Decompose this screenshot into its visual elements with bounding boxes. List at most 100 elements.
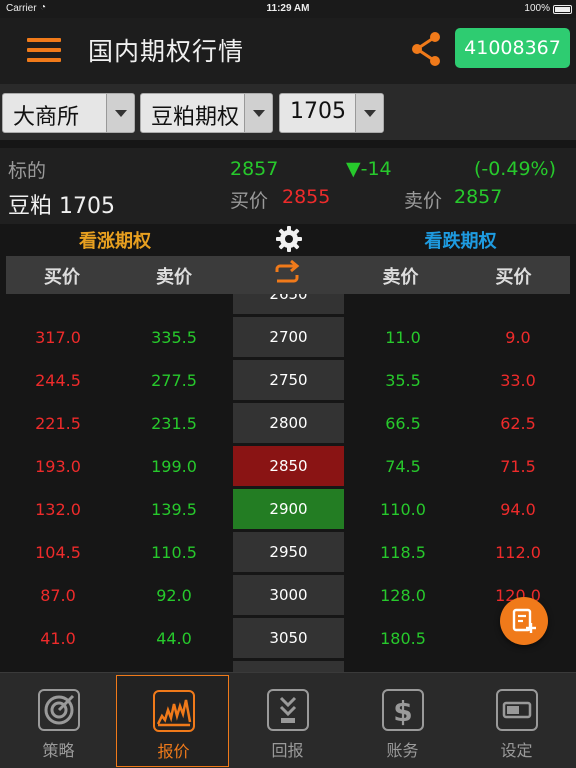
- exchange-select[interactable]: 大商所: [2, 93, 135, 133]
- put-ask-cell[interactable]: 180.5: [345, 617, 461, 660]
- put-bid-cell[interactable]: 94.0: [460, 488, 576, 531]
- underlying-panel: 标的 豆粕 1705 2857 ▼-14 (-0.49%) 买价 2855 卖价…: [0, 148, 576, 224]
- call-bid-cell[interactable]: 193.0: [0, 445, 116, 488]
- call-ask-cell[interactable]: 92.0: [116, 574, 232, 617]
- call-ask-cell[interactable]: 335.5: [116, 316, 232, 359]
- account-button[interactable]: 41008367: [455, 28, 570, 68]
- column-header: 买价 卖价 卖价 买价: [6, 256, 570, 294]
- product-select[interactable]: 豆粕期权: [140, 93, 273, 133]
- gear-icon[interactable]: [276, 226, 302, 252]
- strike-cell: 2800: [233, 403, 344, 443]
- svg-text:$: $: [393, 695, 412, 728]
- table-row[interactable]: 2650: [0, 294, 576, 316]
- call-bid-cell[interactable]: 244.5: [0, 359, 116, 402]
- call-bid-cell[interactable]: 87.0: [0, 574, 116, 617]
- table-row[interactable]: 104.5 110.5 2950 118.5 112.0: [0, 531, 576, 574]
- status-time: 11:29 AM: [266, 3, 310, 14]
- price-change-pct: (-0.49%): [473, 158, 556, 180]
- chevron-down-icon: [355, 94, 383, 132]
- put-ask-cell[interactable]: 128.0: [345, 574, 461, 617]
- price-change: ▼-14: [346, 158, 392, 180]
- put-bid-cell[interactable]: 112.0: [460, 531, 576, 574]
- put-ask-cell[interactable]: 11.0: [345, 316, 461, 359]
- put-ask-cell[interactable]: 74.5: [345, 445, 461, 488]
- bid-label: 买价: [230, 190, 269, 212]
- tab-report[interactable]: 回报: [231, 675, 344, 767]
- strike-cell: [233, 661, 344, 672]
- table-row[interactable]: 132.0 139.5 2900 110.0 94.0: [0, 488, 576, 531]
- put-ask-cell[interactable]: [345, 294, 461, 316]
- put-bid-header: 买价: [495, 267, 532, 288]
- put-ask-cell[interactable]: [345, 660, 461, 672]
- new-order-button[interactable]: [500, 597, 548, 645]
- menu-icon[interactable]: [27, 38, 61, 62]
- table-row[interactable]: 41.0 44.0 3050 180.5: [0, 617, 576, 660]
- put-bid-cell[interactable]: 71.5: [460, 445, 576, 488]
- put-bid-cell[interactable]: [460, 294, 576, 316]
- share-icon[interactable]: [408, 30, 444, 68]
- call-options-title: 看涨期权: [79, 231, 151, 252]
- call-bid-cell[interactable]: 41.0: [0, 617, 116, 660]
- strike-cell: 2750: [233, 360, 344, 400]
- swap-icon[interactable]: [273, 260, 301, 288]
- option-type-header: 看涨期权 看跌期权: [0, 224, 576, 254]
- call-ask-cell[interactable]: 110.5: [116, 531, 232, 574]
- put-bid-cell[interactable]: 9.0: [460, 316, 576, 359]
- tab-report-label: 回报: [271, 741, 304, 760]
- app-header: 国内期权行情 41008367: [0, 18, 576, 84]
- put-bid-cell[interactable]: 62.5: [460, 402, 576, 445]
- strike-cell: 3050: [233, 618, 344, 658]
- ask-price: 2857: [454, 186, 503, 208]
- call-bid-cell[interactable]: [0, 660, 116, 672]
- table-row[interactable]: 87.0 92.0 3000 128.0 120.0: [0, 574, 576, 617]
- put-ask-cell[interactable]: 118.5: [345, 531, 461, 574]
- dollar-icon: $: [382, 689, 424, 731]
- report-icon: [267, 689, 309, 731]
- call-bid-cell[interactable]: [0, 294, 116, 316]
- strike-cell: 2700: [233, 317, 344, 357]
- call-ask-cell[interactable]: [116, 294, 232, 316]
- put-options-title: 看跌期权: [424, 231, 497, 252]
- table-row[interactable]: 193.0 199.0 2850 74.5 71.5: [0, 445, 576, 488]
- call-ask-cell[interactable]: 139.5: [116, 488, 232, 531]
- call-bid-cell[interactable]: 221.5: [0, 402, 116, 445]
- month-select[interactable]: 1705: [279, 93, 384, 133]
- call-ask-cell[interactable]: 231.5: [116, 402, 232, 445]
- table-row[interactable]: 317.0 335.5 2700 11.0 9.0: [0, 316, 576, 359]
- put-ask-cell[interactable]: 35.5: [345, 359, 461, 402]
- call-bid-cell[interactable]: 132.0: [0, 488, 116, 531]
- tab-quote[interactable]: 报价: [116, 675, 229, 767]
- table-row[interactable]: [0, 660, 576, 672]
- bottom-tab-bar: 策略 报价 回报 $ 账务 设定: [0, 672, 576, 768]
- call-ask-cell[interactable]: 277.5: [116, 359, 232, 402]
- tab-settings-label: 设定: [500, 741, 533, 760]
- call-ask-cell[interactable]: 199.0: [116, 445, 232, 488]
- chevron-down-icon: [106, 94, 134, 132]
- tab-account[interactable]: $ 账务: [346, 675, 459, 767]
- tab-strategy[interactable]: 策略: [2, 675, 115, 767]
- chevron-down-icon: [244, 94, 272, 132]
- put-bid-cell[interactable]: 33.0: [460, 359, 576, 402]
- call-bid-cell[interactable]: 104.5: [0, 531, 116, 574]
- underlying-label: 标的: [8, 160, 47, 182]
- put-bid-cell[interactable]: [460, 660, 576, 672]
- put-ask-cell[interactable]: 66.5: [345, 402, 461, 445]
- tab-quote-label: 报价: [157, 742, 190, 761]
- bid-price: 2855: [282, 186, 331, 208]
- tab-settings[interactable]: 设定: [460, 675, 573, 767]
- table-row[interactable]: 221.5 231.5 2800 66.5 62.5: [0, 402, 576, 445]
- status-bar: Carrier ◔ 11:29 AM 100%: [0, 0, 576, 18]
- call-ask-cell[interactable]: [116, 660, 232, 672]
- put-ask-header: 卖价: [382, 267, 419, 288]
- put-ask-cell[interactable]: 110.0: [345, 488, 461, 531]
- option-quote-table[interactable]: 2650 317.0 335.5 2700 11.0 9.0 244.5 277.5 2750 3…: [0, 294, 576, 672]
- table-row[interactable]: 244.5 277.5 2750 35.5 33.0: [0, 359, 576, 402]
- call-ask-cell[interactable]: 44.0: [116, 617, 232, 660]
- strike-cell: 2950: [233, 532, 344, 572]
- battery-percent: 100%: [524, 3, 550, 14]
- ask-label: 卖价: [404, 190, 443, 212]
- tab-strategy-label: 策略: [42, 741, 75, 760]
- call-bid-cell[interactable]: 317.0: [0, 316, 116, 359]
- last-price: 2857: [230, 158, 279, 180]
- call-bid-header: 买价: [44, 267, 80, 288]
